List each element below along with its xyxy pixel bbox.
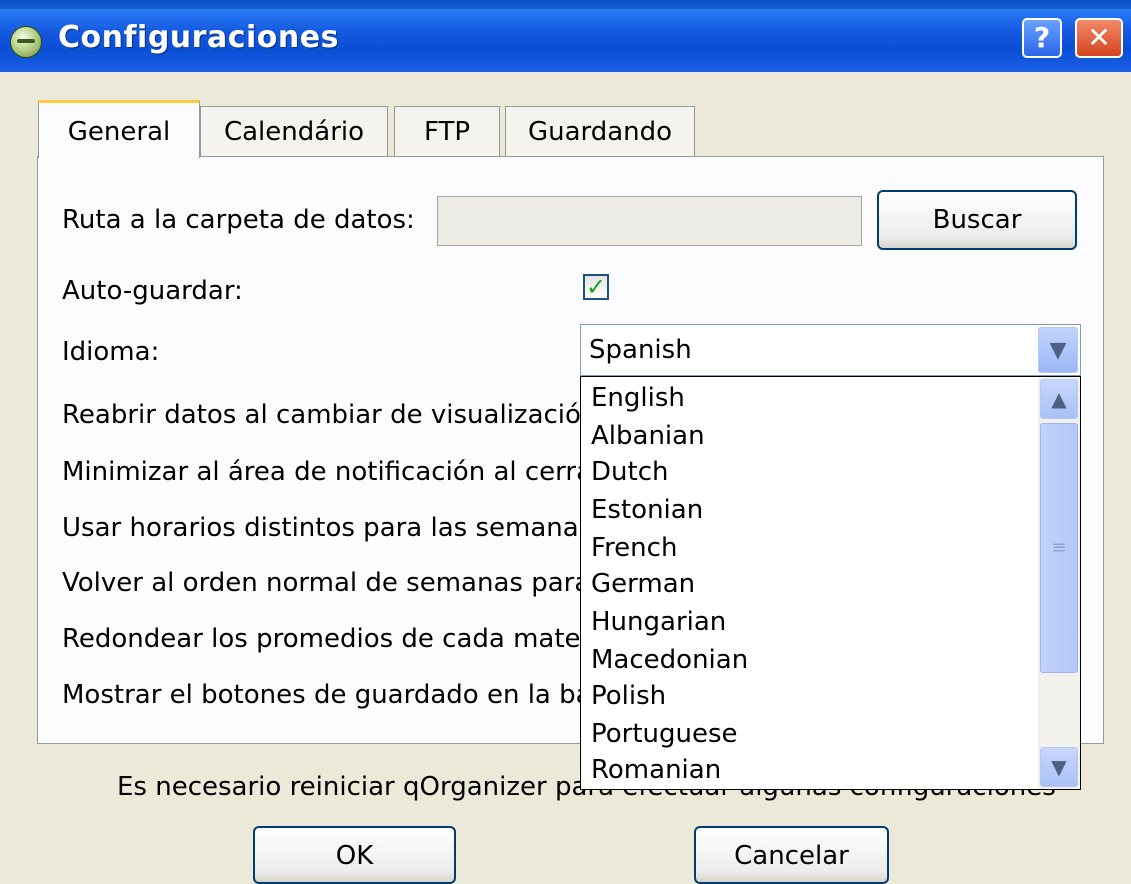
language-option[interactable]: Polish	[591, 681, 666, 711]
browse-button[interactable]: Buscar	[877, 190, 1077, 250]
dropdown-scrollbar[interactable]: ▲ ≡ ▼	[1038, 377, 1080, 789]
option-normal-week-order-label: Volver al orden normal de semanas para	[62, 568, 591, 598]
data-folder-label: Ruta a la carpeta de datos:	[62, 205, 415, 235]
help-button[interactable]: ?	[1022, 18, 1062, 58]
tab-general-label: General	[67, 117, 171, 147]
option-show-save-buttons-label: Mostrar el botones de guardado en la ba	[62, 680, 592, 710]
language-option[interactable]: Albanian	[591, 421, 705, 451]
chevron-down-icon[interactable]: ▼	[1038, 327, 1078, 373]
close-button[interactable]: ✕	[1075, 18, 1123, 58]
language-option[interactable]: Romanian	[591, 755, 721, 785]
window-title: Configuraciones	[58, 20, 339, 55]
option-different-schedules-label: Usar horarios distintos para las semanas	[62, 513, 593, 543]
language-option[interactable]: English	[591, 383, 685, 413]
checkmark-icon: ✓	[585, 273, 607, 301]
option-reopen-data-label: Reabrir datos al cambiar de visualizació…	[62, 400, 598, 430]
cancel-button[interactable]: Cancelar	[694, 826, 889, 884]
tab-guardando[interactable]: Guardando	[505, 106, 695, 158]
title-bar: Configuraciones ? ✕	[0, 0, 1131, 72]
data-folder-input[interactable]	[437, 196, 862, 246]
title-bar-top-strip	[0, 0, 1131, 9]
ok-button[interactable]: OK	[253, 826, 456, 884]
tab-calendario[interactable]: Calendário	[200, 106, 388, 158]
option-minimize-tray-label: Minimizar al área de notificación al cer…	[62, 457, 603, 487]
tab-calendario-label: Calendário	[223, 117, 365, 147]
scroll-up-icon[interactable]: ▲	[1040, 379, 1078, 419]
language-option[interactable]: French	[591, 533, 677, 563]
tab-ftp-label: FTP	[423, 117, 471, 147]
language-option[interactable]: Dutch	[591, 457, 668, 487]
autosave-label: Auto-guardar:	[62, 276, 243, 306]
language-dropdown-list: English Albanian Dutch Estonian French G…	[580, 376, 1081, 790]
scroll-down-icon[interactable]: ▼	[1040, 747, 1078, 787]
language-option[interactable]: Hungarian	[591, 607, 726, 637]
tab-general[interactable]: General	[38, 100, 200, 158]
app-globe-icon	[10, 26, 42, 58]
language-select[interactable]: Spanish ▼	[580, 324, 1081, 376]
language-option[interactable]: Portuguese	[591, 719, 738, 749]
scrollbar-thumb[interactable]: ≡	[1040, 423, 1078, 673]
tab-ftp[interactable]: FTP	[394, 106, 500, 158]
language-option[interactable]: Macedonian	[591, 645, 748, 675]
tab-guardando-label: Guardando	[527, 117, 673, 147]
option-round-averages-label: Redondear los promedios de cada mater	[62, 624, 592, 654]
language-label: Idioma:	[62, 337, 160, 367]
language-selected-value: Spanish	[589, 335, 692, 365]
autosave-checkbox[interactable]: ✓	[583, 274, 609, 300]
language-option[interactable]: Estonian	[591, 495, 703, 525]
language-option[interactable]: German	[591, 569, 695, 599]
